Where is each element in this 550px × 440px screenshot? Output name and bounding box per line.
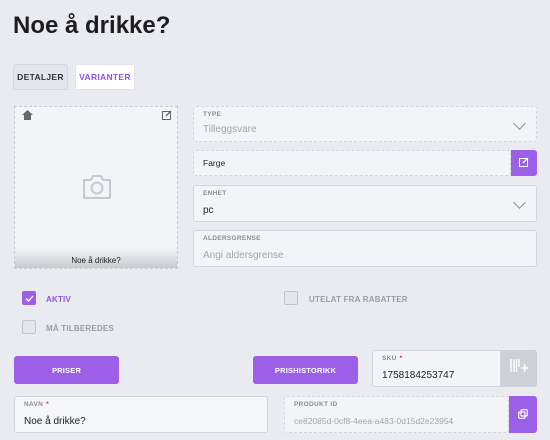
- sku-label: SKU: [382, 355, 397, 362]
- price-history-button[interactable]: PRISHISTORIKK: [253, 356, 358, 384]
- sku-field[interactable]: SKU * 1758184253747: [372, 350, 501, 387]
- chevron-down-icon: [513, 117, 526, 130]
- age-limit-field[interactable]: ALDERSGRENSE Angi aldersgrense: [193, 230, 537, 267]
- name-label-wrap: NAVN *: [24, 401, 49, 408]
- prices-button[interactable]: PRISER: [14, 356, 119, 384]
- active-checkbox[interactable]: [22, 291, 36, 305]
- check-icon: [25, 295, 33, 302]
- exclude-discounts-checkbox[interactable]: [284, 291, 298, 305]
- type-select: TYPE Tilleggsvare: [193, 106, 537, 142]
- sku-value: 1758184253747: [382, 370, 455, 381]
- edit-icon: [519, 157, 529, 169]
- copy-id-button[interactable]: [509, 396, 537, 433]
- must-prepare-label: MÅ TILBEREDES: [46, 324, 114, 333]
- barcode-add-icon: [509, 358, 529, 379]
- name-label: NAVN: [24, 401, 44, 408]
- page-title: Noe å drikke?: [13, 12, 171, 39]
- exclude-discounts-label: UTELAT FRA RABATTER: [309, 295, 408, 304]
- edit-color-button[interactable]: [511, 150, 537, 176]
- must-prepare-checkbox[interactable]: [22, 320, 36, 334]
- age-limit-placeholder: Angi aldersgrense: [203, 250, 284, 261]
- camera-icon: [81, 173, 113, 206]
- active-label: AKTIV: [46, 295, 71, 304]
- type-label: TYPE: [203, 111, 222, 118]
- unit-label: ENHET: [203, 190, 227, 197]
- color-value: Farge: [203, 158, 226, 168]
- required-mark: *: [399, 355, 403, 362]
- name-value: Noe å drikke?: [24, 416, 86, 427]
- image-caption: Noe å drikke?: [15, 248, 177, 268]
- chevron-down-icon: [513, 196, 526, 209]
- tab-details[interactable]: DETALJER: [13, 64, 68, 90]
- unit-value: pc: [203, 205, 214, 216]
- copy-icon: [518, 408, 528, 421]
- product-id-value: ce82085d-0cf8-4eea-a483-0d15d2e23954: [294, 416, 454, 426]
- sku-label-wrap: SKU *: [382, 355, 402, 362]
- edit-icon[interactable]: [162, 110, 172, 123]
- color-field[interactable]: Farge: [193, 150, 511, 176]
- required-mark: *: [46, 401, 49, 408]
- generate-barcode-button[interactable]: [501, 350, 537, 387]
- home-icon[interactable]: [22, 110, 33, 123]
- unit-select[interactable]: ENHET pc: [193, 185, 537, 222]
- tab-variants[interactable]: VARIANTER: [75, 64, 135, 90]
- type-value: Tilleggsvare: [203, 124, 257, 135]
- product-image-area[interactable]: Noe å drikke?: [14, 106, 178, 269]
- product-id-label: PRODUKT ID: [294, 401, 338, 408]
- name-field[interactable]: NAVN * Noe å drikke?: [14, 396, 268, 433]
- age-limit-label: ALDERSGRENSE: [203, 235, 261, 242]
- product-id-field: PRODUKT ID ce82085d-0cf8-4eea-a483-0d15d…: [284, 396, 509, 433]
